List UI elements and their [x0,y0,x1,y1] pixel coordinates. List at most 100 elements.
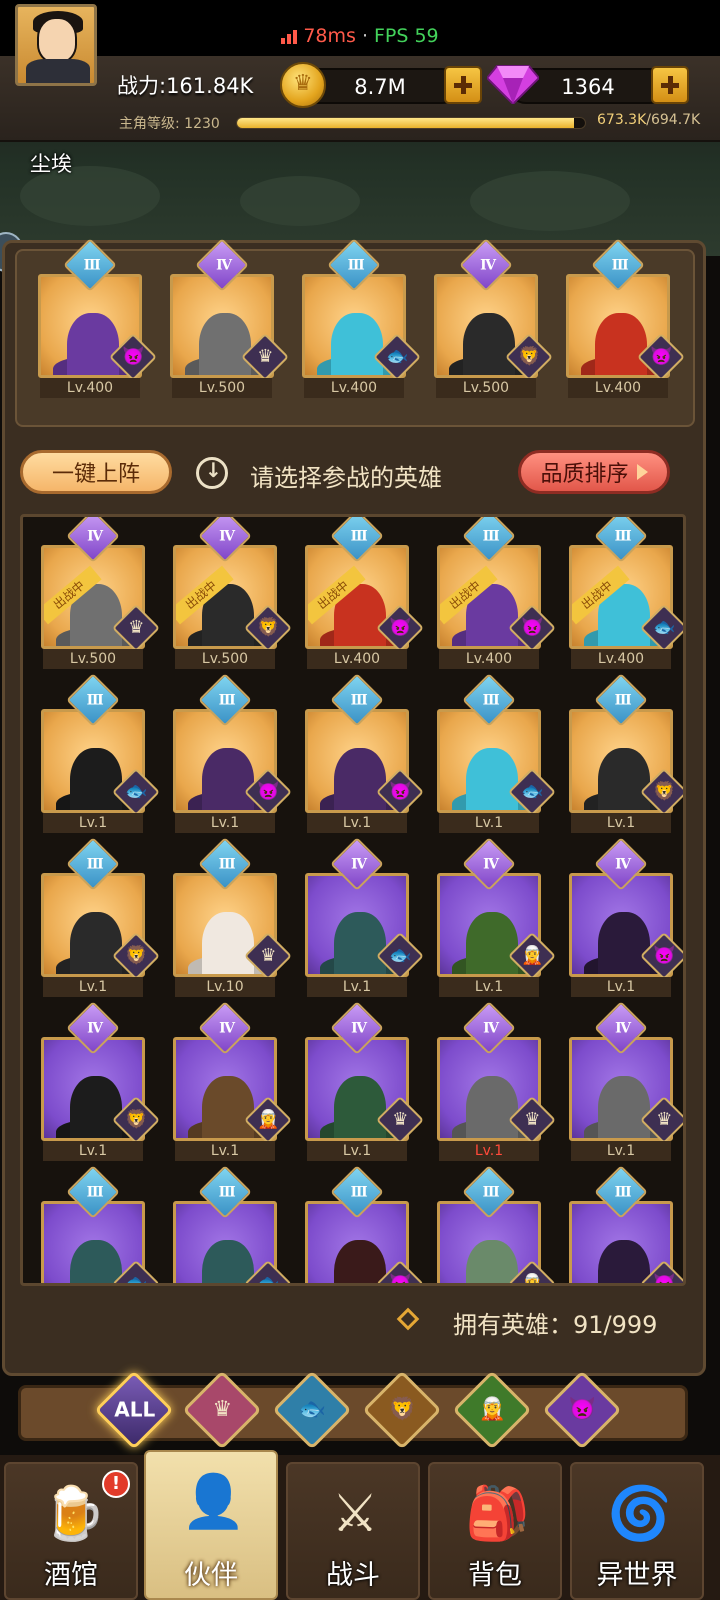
hero-figure [598,748,650,810]
hero-card[interactable]: Ⅲ 👿 [305,1165,425,1283]
hero-level: Lv.1 [571,977,671,997]
hero-figure [67,313,119,375]
rank-numeral: Ⅳ [351,856,368,873]
hero-card[interactable]: Ⅳ ♛ Lv.1 [437,1001,557,1161]
hero-figure [466,748,518,810]
hero-level: Lv.500 [175,649,275,669]
hero-card[interactable]: Ⅲ ♛ Lv.10 [173,837,293,997]
hero-figure [598,1240,650,1283]
nav-item-battle[interactable]: ⚔ 战斗 [286,1462,420,1600]
nav-label: 异世界 [596,1560,678,1591]
hero-level: Lv.1 [439,1141,539,1161]
hero-level: Lv.1 [307,977,407,997]
nav-item-otherworld[interactable]: 🌀 异世界 [570,1462,704,1600]
hero-card[interactable]: Ⅳ 🐟 Lv.1 [305,837,425,997]
hero-card[interactable]: 出战中 Ⅳ ♛ Lv.500 [41,517,161,669]
player-level-label: 主角等级: 1230 [119,116,220,132]
hero-card[interactable]: Ⅲ 🐟 [41,1165,161,1283]
faction-glyph: 🐟 [386,346,409,368]
faction-glyph: ♛ [128,617,145,639]
xp-bar-fill [237,118,575,128]
hero-level: Lv.1 [43,977,143,997]
hero-figure [466,1240,518,1283]
select-hero-hint: 请选择参战的英雄 [250,464,442,492]
add-gold-button[interactable] [444,66,482,104]
faction-glyph: 🐟 [389,945,412,967]
filter-label: 👿 [568,1397,597,1423]
hero-card[interactable]: Ⅲ 🦁 Lv.1 [41,837,161,997]
hero-card[interactable]: Ⅲ 👿 Lv.1 [305,673,425,833]
one-key-deploy-button[interactable]: 一键上阵 [20,450,172,494]
hero-card[interactable]: 出战中 Ⅲ 👿 Lv.400 [437,517,557,669]
hero-card[interactable]: Ⅲ 🐟 [173,1165,293,1283]
owned-heroes-count: 拥有英雄：91/999 [453,1311,658,1339]
nav-item-partner[interactable]: 👤 伙伴 [144,1450,278,1600]
hero-card[interactable]: Ⅲ 👿 Lv.1 [173,673,293,833]
hero-figure [466,1076,518,1138]
hero-roster-grid[interactable]: 出战中 Ⅳ ♛ Lv.500 出战中 Ⅳ 🦁 Lv.500 出战中 Ⅲ 👿 Lv.400 出战中 Ⅲ 👿 Lv… [20,514,686,1286]
faction-glyph: ♛ [392,1109,409,1131]
hero-card[interactable]: Ⅲ 👿 Lv.400 [566,238,686,398]
hero-card[interactable]: Ⅲ 🐟 Lv.1 [41,673,161,833]
tavern-icon: 🍺 [41,1484,106,1544]
hero-card[interactable]: Ⅲ 🧝 [437,1165,557,1283]
xp-text: 673.3K/694.7K [597,112,700,128]
hero-card[interactable]: 出战中 Ⅳ 🦁 Lv.500 [173,517,293,669]
faction-glyph: 🐟 [125,781,148,803]
filter-label: 🧝 [478,1397,507,1423]
hero-level: Lv.400 [568,378,668,398]
quality-sort-button[interactable]: 品质排序 [518,450,670,494]
hero-card[interactable]: Ⅳ ♛ Lv.1 [569,1001,683,1161]
hero-card[interactable]: Ⅳ 🦁 Lv.500 [434,238,554,398]
faction-glyph: ♛ [524,1109,541,1131]
hero-card[interactable]: Ⅲ 🦁 Lv.1 [569,673,683,833]
download-hint-icon [196,457,228,489]
hero-card[interactable]: Ⅳ 🧝 Lv.1 [437,837,557,997]
hero-card[interactable]: Ⅳ 🦁 Lv.1 [41,1001,161,1161]
hero-card[interactable]: Ⅲ 🐟 Lv.400 [302,238,422,398]
combat-power: 战力:161.84K [117,74,254,98]
hero-level: Lv.1 [175,813,275,833]
xp-max: /694.7K [646,112,701,128]
filter-label: ♛ [212,1397,233,1423]
rank-numeral: Ⅳ [615,1020,632,1037]
hero-level: Lv.1 [571,813,671,833]
hero-card[interactable]: Ⅲ 👿 [569,1165,683,1283]
faction-glyph: 👿 [257,781,280,803]
hero-figure [70,1076,122,1138]
rank-numeral: Ⅲ [347,257,365,274]
rank-numeral: Ⅲ [350,692,368,709]
rank-numeral: Ⅲ [614,528,632,545]
battle-icon: ⚔ [331,1484,379,1544]
hero-card[interactable]: Ⅲ 👿 Lv.400 [38,238,158,398]
faction-glyph: ♛ [260,945,277,967]
hero-card[interactable]: Ⅳ 🧝 Lv.1 [173,1001,293,1161]
hero-card[interactable]: Ⅳ ♛ Lv.1 [305,1001,425,1161]
filter-label: ALL [114,1397,156,1422]
player-name: 尘埃 [30,152,72,176]
player-avatar[interactable] [15,4,97,86]
rank-numeral: Ⅲ [614,1184,632,1201]
add-gem-button[interactable] [651,66,689,104]
nav-label: 伙伴 [184,1560,238,1591]
rank-numeral: Ⅳ [87,1020,104,1037]
nav-item-backpack[interactable]: 🎒 背包 [428,1462,562,1600]
rank-numeral: Ⅲ [350,1184,368,1201]
otherworld-icon: 🌀 [607,1484,672,1544]
rank-numeral: Ⅳ [87,528,104,545]
xp-bar [236,117,586,129]
hero-card[interactable]: Ⅳ 👿 Lv.1 [569,837,683,997]
hero-card[interactable]: Ⅳ ♛ Lv.500 [170,238,290,398]
hero-level: Lv.400 [40,378,140,398]
hero-card[interactable]: 出战中 Ⅲ 👿 Lv.400 [305,517,425,669]
faction-glyph: 🦁 [653,781,676,803]
hero-level: Lv.400 [304,378,404,398]
hero-card[interactable]: 出战中 Ⅲ 🐟 Lv.400 [569,517,683,669]
faction-glyph: 👿 [653,945,676,967]
hero-card[interactable]: Ⅲ 🐟 Lv.1 [437,673,557,833]
faction-glyph: 🧝 [257,1109,280,1131]
gem-icon [487,65,539,104]
gold-coin-icon [280,62,326,108]
rank-numeral: Ⅲ [218,692,236,709]
ping-value: 78ms [303,25,356,47]
